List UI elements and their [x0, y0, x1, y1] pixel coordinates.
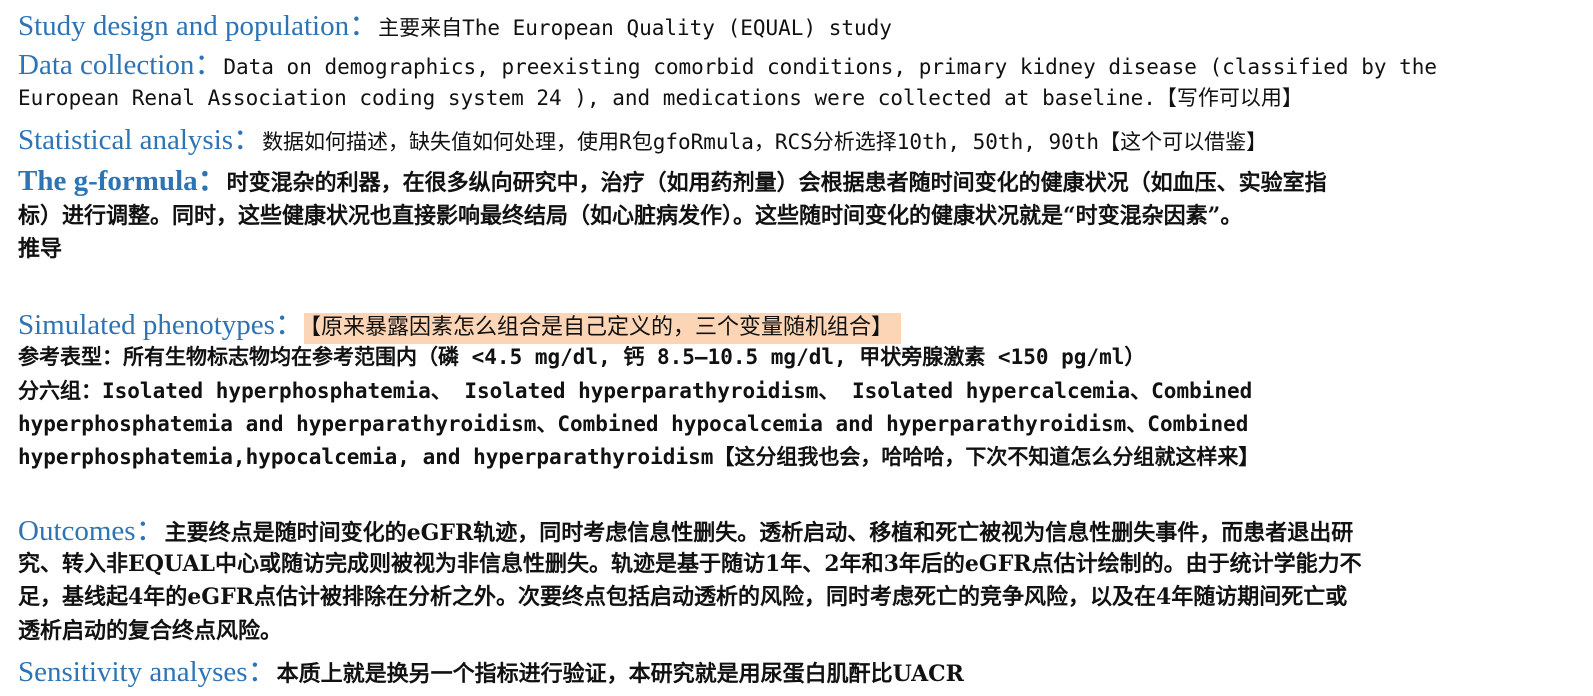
g-formula-section: The g-formula：时变混杂的利器，在很多纵向研究中，治疗（如用药剂量）… — [18, 157, 1327, 199]
g-formula-line-1: 时变混杂的利器，在很多纵向研究中，治疗（如用药剂量）会根据患者随时间变化的健康状… — [226, 170, 1327, 196]
simulated-phenotypes-note: 【原来暴露因素怎么组合是自己定义的，三个变量随机组合】 — [303, 313, 901, 344]
statistical-analysis-section: Statistical analysis：数据如何描述，缺失值如何处理，使用R包… — [18, 116, 1267, 158]
data-collection-line-2: European Renal Association coding system… — [18, 86, 1303, 110]
data-collection-line-1: Data on demographics, preexisting comorb… — [223, 55, 1438, 79]
data-collection-heading: Data collection： — [18, 49, 224, 81]
g-formula-line-3: 推导 — [18, 236, 63, 262]
statistical-analysis-text: 数据如何描述，缺失值如何处理，使用R包gfoRmula，RCS分析选择10th,… — [262, 130, 1268, 154]
simulated-phenotypes-heading: Simulated phenotypes： — [18, 309, 304, 341]
outcomes-line-1: 主要终点是随时间变化的eGFR轨迹，同时考虑信息性删失。透析启动、移植和死亡被视… — [164, 520, 1354, 546]
outcomes-line-2: 究、转入非EQUAL中心或随访完成则被视为非信息性删失。轨迹是基于随访1年、2年… — [18, 551, 1362, 577]
sensitivity-analyses-heading: Sensitivity analyses： — [18, 656, 277, 688]
g-formula-heading: The g-formula： — [18, 165, 227, 197]
outcomes-line-3: 足，基线起4年的eGFR点估计被排除在分析之外。次要终点包括启动透析的风险，同时… — [18, 584, 1348, 610]
outcomes-heading: Outcomes： — [18, 515, 165, 547]
outcomes-line-4: 透析启动的复合终点风险。 — [18, 618, 283, 644]
simulated-phenotypes-line-4: hyperphosphatemia,hypocalcemia, and hype… — [18, 445, 1260, 469]
simulated-phenotypes-line-3: hyperphosphatemia and hyperparathyroidis… — [18, 412, 1249, 436]
g-formula-line-2: 标）进行调整。同时，这些健康状况也直接影响最终结局（如心脏病发作）。这些随时间变… — [18, 203, 1243, 229]
study-design-text: 主要来自The European Quality (EQUAL) study — [378, 16, 892, 40]
study-design-heading: Study design and population： — [18, 10, 379, 42]
outcomes-section: Outcomes：主要终点是随时间变化的eGFR轨迹，同时考虑信息性删失。透析启… — [18, 507, 1353, 549]
simulated-phenotypes-line-1: 参考表型：所有生物标志物均在参考范围内（磷 <4.5 mg/dl, 钙 8.5–… — [18, 345, 1146, 369]
simulated-phenotypes-line-2: 分六组：Isolated hyperphosphatemia、 Isolated… — [18, 379, 1253, 403]
sensitivity-analyses-text: 本质上就是换另一个指标进行验证，本研究就是用尿蛋白肌酐比UACR — [276, 661, 964, 687]
statistical-analysis-heading: Statistical analysis： — [18, 124, 263, 156]
sensitivity-analyses-section: Sensitivity analyses：本质上就是换另一个指标进行验证，本研究… — [18, 648, 964, 690]
data-collection-section: Data collection：Data on demographics, pr… — [18, 41, 1437, 83]
study-design-section: Study design and population：主要来自The Euro… — [18, 2, 892, 44]
simulated-phenotypes-section: Simulated phenotypes： 【原来暴露因素怎么组合是自己定义的，三… — [18, 301, 901, 344]
